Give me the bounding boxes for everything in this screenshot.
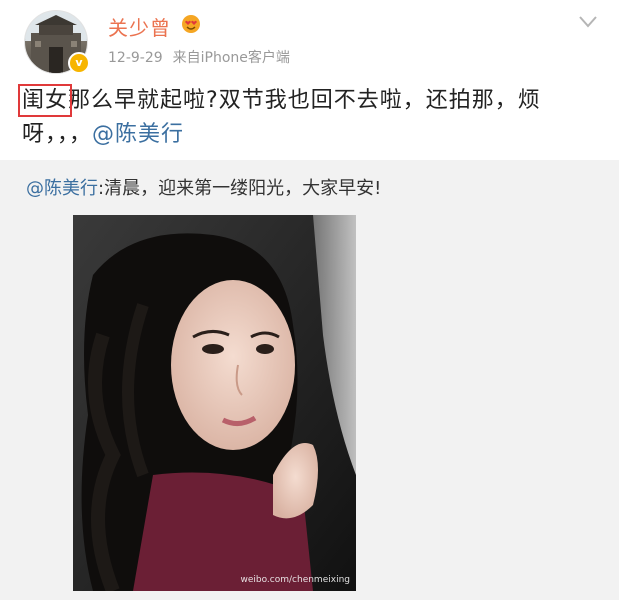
repost-photo[interactable]: weibo.com/chenmeixing <box>73 215 356 591</box>
post-text: 闺女那么早就起啦?双节我也回不去啦，还拍那，烦呀，，，@陈美行 <box>17 84 582 152</box>
repost-mention-link[interactable]: @陈美行 <box>26 178 98 199</box>
post-date: 12-9-29 <box>108 50 163 66</box>
post-mention-link[interactable]: @陈美行 <box>92 122 184 147</box>
verified-badge-icon: v <box>68 52 90 74</box>
username[interactable]: 关少曾 <box>108 12 171 41</box>
highlighted-word: 闺女 <box>17 84 73 117</box>
repost-card[interactable]: @陈美行:清晨，迎来第一缕阳光，大家早安! weibo.com/chenmeix… <box>0 160 619 600</box>
post-source[interactable]: 来自iPhone客户端 <box>173 50 290 66</box>
repost-text: @陈美行:清晨，迎来第一缕阳光，大家早安! <box>26 174 381 200</box>
post-meta: 12-9-29 来自iPhone客户端 <box>108 47 290 67</box>
vip-heart-eyes-icon <box>182 15 200 33</box>
photo-watermark: weibo.com/chenmeixing <box>240 575 350 585</box>
chevron-down-icon[interactable] <box>578 15 598 29</box>
repost-body: :清晨，迎来第一缕阳光，大家早安! <box>98 178 382 199</box>
